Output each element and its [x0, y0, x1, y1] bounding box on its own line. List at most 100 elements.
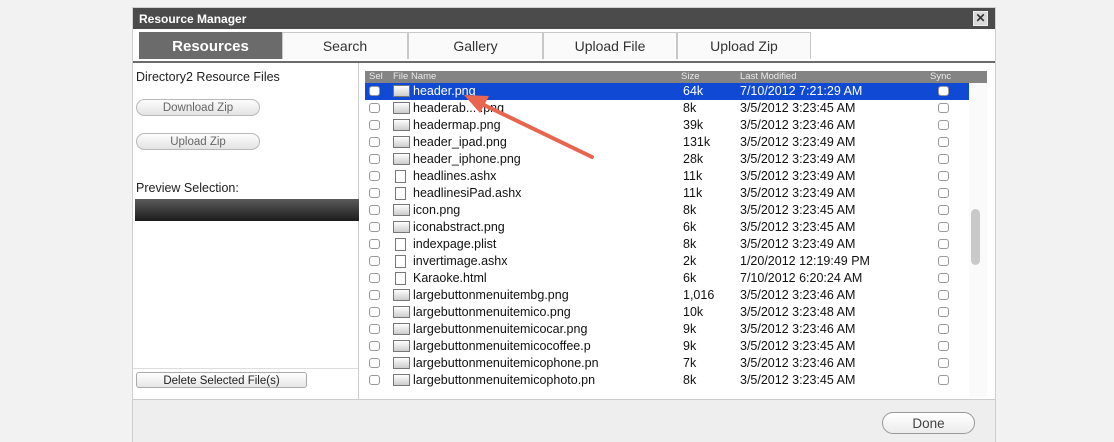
file-size: 8k [683, 237, 697, 251]
select-checkbox[interactable] [369, 120, 380, 130]
file-name[interactable]: headlinesiPad.ashx [413, 186, 521, 200]
sync-checkbox[interactable] [938, 307, 949, 317]
sync-checkbox[interactable] [938, 324, 949, 334]
select-checkbox[interactable] [369, 375, 380, 385]
file-row[interactable]: headermap.png 39k 3/5/2012 3:23:46 AM [365, 117, 969, 134]
tab-upload-zip[interactable]: Upload Zip [677, 32, 811, 59]
upload-zip-button[interactable]: Upload Zip [136, 133, 260, 150]
sync-checkbox[interactable] [938, 188, 949, 198]
select-checkbox[interactable] [369, 86, 380, 96]
select-checkbox[interactable] [369, 205, 380, 215]
image-file-icon [393, 221, 410, 233]
select-checkbox[interactable] [369, 256, 380, 266]
file-row[interactable]: icon.png 8k 3/5/2012 3:23:45 AM [365, 202, 969, 219]
sync-checkbox[interactable] [938, 239, 949, 249]
file-name[interactable]: iconabstract.png [413, 220, 505, 234]
sync-checkbox[interactable] [938, 273, 949, 283]
file-row[interactable]: largebuttonmenuitembg.png 1,016 3/5/2012 3… [365, 287, 969, 304]
done-button[interactable]: Done [882, 412, 975, 434]
sync-checkbox[interactable] [938, 222, 949, 232]
file-row[interactable]: headerab... .png 8k 3/5/2012 3:23:45 AM [365, 100, 969, 117]
file-row[interactable]: indexpage.plist 8k 3/5/2012 3:23:49 AM [365, 236, 969, 253]
file-modified: 3/5/2012 3:23:45 AM [740, 339, 856, 353]
select-checkbox[interactable] [369, 358, 380, 368]
file-row[interactable]: largebuttonmenuitemico.png 10k 3/5/2012 3:… [365, 304, 969, 321]
image-file-icon [393, 204, 410, 216]
file-row[interactable]: largebuttonmenuitemicophoto.pn 8k 3/5/2012… [365, 372, 969, 389]
file-name[interactable]: header.png [413, 84, 476, 98]
file-name[interactable]: indexpage.plist [413, 237, 496, 251]
file-row[interactable]: header.png 64k 7/10/2012 7:21:29 AM [365, 83, 969, 100]
file-modified: 3/5/2012 3:23:49 AM [740, 237, 856, 251]
file-size: 9k [683, 339, 697, 353]
sync-checkbox[interactable] [938, 137, 949, 147]
select-checkbox[interactable] [369, 324, 380, 334]
tab-search[interactable]: Search [282, 32, 408, 59]
select-checkbox[interactable] [369, 341, 380, 351]
image-file-icon [393, 119, 410, 131]
column-header-modified[interactable]: Last Modified [740, 71, 797, 83]
file-name[interactable]: header_ipad.png [413, 135, 507, 149]
sync-checkbox[interactable] [938, 205, 949, 215]
column-header-sync[interactable]: Sync [930, 71, 951, 83]
file-name[interactable]: largebuttonmenuitemicocoffee.p [413, 339, 591, 353]
select-checkbox[interactable] [369, 154, 380, 164]
select-checkbox[interactable] [369, 239, 380, 249]
file-row[interactable]: header_iphone.png 28k 3/5/2012 3:23:49 AM [365, 151, 969, 168]
sync-checkbox[interactable] [938, 154, 949, 164]
column-header-sel[interactable]: Sel [369, 71, 383, 83]
file-row[interactable]: Karaoke.html 6k 7/10/2012 6:20:24 AM [365, 270, 969, 287]
select-checkbox[interactable] [369, 103, 380, 113]
sync-checkbox[interactable] [938, 256, 949, 266]
file-row[interactable]: header_ipad.png 131k 3/5/2012 3:23:49 AM [365, 134, 969, 151]
list-header: Sel File Name Size Last Modified Sync [365, 71, 987, 83]
sync-checkbox[interactable] [938, 358, 949, 368]
file-row[interactable]: headlines.ashx 11k 3/5/2012 3:23:49 AM [365, 168, 969, 185]
file-row[interactable]: invertimage.ashx 2k 1/20/2012 12:19:49 PM [365, 253, 969, 270]
tab-resources[interactable]: Resources [139, 32, 282, 59]
select-checkbox[interactable] [369, 137, 380, 147]
file-row[interactable]: headlinesiPad.ashx 11k 3/5/2012 3:23:49 AM [365, 185, 969, 202]
file-name[interactable]: headermap.png [413, 118, 501, 132]
file-name[interactable]: icon.png [413, 203, 460, 217]
file-row[interactable]: largebuttonmenuitemicocoffee.p 9k 3/5/2012… [365, 338, 969, 355]
tab-gallery[interactable]: Gallery [408, 32, 543, 59]
select-checkbox[interactable] [369, 290, 380, 300]
sync-checkbox[interactable] [938, 290, 949, 300]
tab-upload-file[interactable]: Upload File [543, 32, 677, 59]
file-name[interactable]: headlines.ashx [413, 169, 496, 183]
file-row[interactable]: largebuttonmenuitemicocar.png 9k 3/5/2012 … [365, 321, 969, 338]
file-name[interactable]: largebuttonmenuitemicocar.png [413, 322, 587, 336]
file-name[interactable]: header_iphone.png [413, 152, 521, 166]
select-checkbox[interactable] [369, 171, 380, 181]
column-header-name[interactable]: File Name [393, 71, 436, 83]
sync-checkbox[interactable] [938, 171, 949, 181]
file-name[interactable]: invertimage.ashx [413, 254, 508, 268]
delete-selected-button[interactable]: Delete Selected File(s) [136, 372, 307, 388]
column-header-size[interactable]: Size [681, 71, 699, 83]
sync-checkbox[interactable] [938, 120, 949, 130]
sync-checkbox[interactable] [938, 341, 949, 351]
file-name[interactable]: headerab... .png [413, 101, 504, 115]
download-zip-button[interactable]: Download Zip [136, 99, 260, 116]
close-icon[interactable]: ✕ [973, 11, 988, 26]
file-name[interactable]: largebuttonmenuitemicophone.pn [413, 356, 599, 370]
select-checkbox[interactable] [369, 273, 380, 283]
file-modified: 3/5/2012 3:23:45 AM [740, 101, 856, 115]
select-checkbox[interactable] [369, 188, 380, 198]
scrollbar-thumb[interactable] [971, 209, 980, 265]
file-name[interactable]: largebuttonmenuitemicophoto.pn [413, 373, 595, 387]
file-size: 11k [683, 186, 703, 200]
sync-checkbox[interactable] [938, 103, 949, 113]
file-row[interactable]: iconabstract.png 6k 3/5/2012 3:23:45 AM [365, 219, 969, 236]
file-row[interactable]: largebuttonmenuitemicophone.pn 7k 3/5/2012… [365, 355, 969, 372]
file-name[interactable]: largebuttonmenuitemico.png [413, 305, 571, 319]
select-checkbox[interactable] [369, 307, 380, 317]
file-name[interactable]: Karaoke.html [413, 271, 487, 285]
select-checkbox[interactable] [369, 222, 380, 232]
file-modified: 1/20/2012 12:19:49 PM [740, 254, 870, 268]
file-size: 11k [683, 169, 703, 183]
file-name[interactable]: largebuttonmenuitembg.png [413, 288, 569, 302]
sync-checkbox[interactable] [938, 375, 949, 385]
sync-checkbox[interactable] [938, 86, 949, 96]
